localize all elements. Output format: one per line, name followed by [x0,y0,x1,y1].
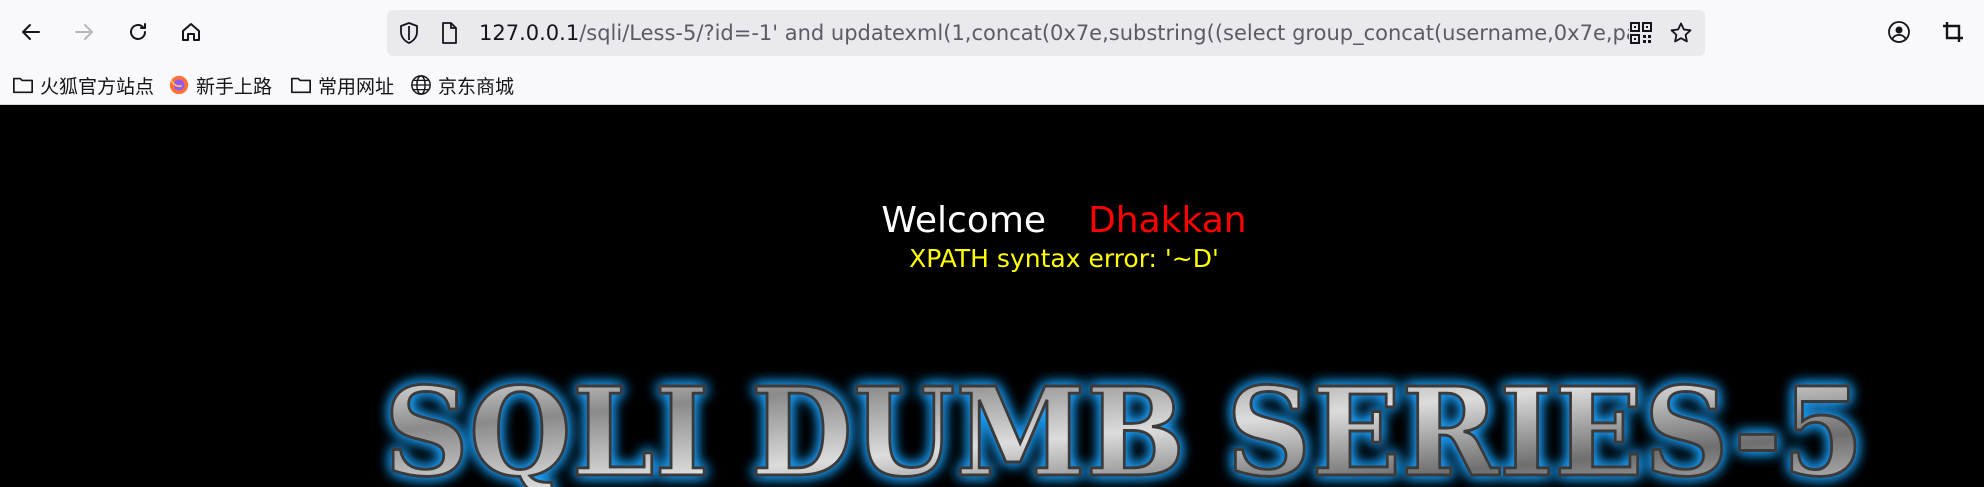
page-icon[interactable] [437,21,461,45]
bookmarks-toolbar: 火狐官方站点 新手上路 常用网址 京东商城 [0,66,1984,104]
bookmark-label: 常用网址 [318,75,395,98]
page-content: Welcome Dhakkan XPATH syntax error: '~D' … [0,105,1984,487]
url-text[interactable]: 127.0.0.1/sqli/Less-5/?id=-1' and update… [479,19,1629,47]
shield-icon[interactable] [397,21,421,45]
home-button[interactable] [173,14,209,50]
account-icon [1888,21,1910,43]
url-path: /sqli/Less-5/?id=-1' and updatexml(1,con… [579,21,1629,45]
bookmark-item[interactable]: 京东商城 [410,70,514,100]
crop-icon [1943,22,1963,42]
globe-icon [411,75,431,95]
folder-icon [13,77,33,94]
bookmark-item[interactable]: 火狐官方站点 [12,70,154,100]
browser-chrome: 127.0.0.1/sqli/Less-5/?id=-1' and update… [0,0,1984,105]
welcome-name: Dhakkan [1088,200,1247,241]
welcome-label: Welcome [881,200,1047,241]
account-button[interactable] [1881,14,1917,50]
bookmark-item[interactable]: 新手上路 [168,70,272,100]
bookmark-label: 京东商城 [438,75,515,98]
reload-button[interactable] [120,14,156,50]
url-host: 127.0.0.1 [479,21,580,45]
star-icon[interactable] [1669,21,1693,45]
forward-icon [75,24,93,40]
bookmark-item[interactable]: 常用网址 [290,70,394,100]
bookmark-label: 火狐官方站点 [40,75,155,98]
qr-code-icon[interactable] [1629,21,1653,45]
forward-button[interactable] [66,14,102,50]
banner-text: SQLI DUMB SERIES-5 [384,360,1864,487]
bookmark-label: 新手上路 [196,75,273,98]
reload-icon [130,23,146,40]
navigation-toolbar: 127.0.0.1/sqli/Less-5/?id=-1' and update… [0,0,1984,66]
url-bar[interactable]: 127.0.0.1/sqli/Less-5/?id=-1' and update… [387,10,1705,56]
folder-icon [291,77,311,94]
crop-button[interactable] [1935,14,1971,50]
error-message: XPATH syntax error: '~D' [909,244,1219,273]
firefox-icon [169,75,189,95]
banner-title: SQLI DUMB SERIES-5 [383,359,1866,487]
home-icon [182,23,200,41]
welcome-line: Welcome Dhakkan [0,197,1984,245]
back-icon [22,24,40,40]
back-button[interactable] [13,14,49,50]
